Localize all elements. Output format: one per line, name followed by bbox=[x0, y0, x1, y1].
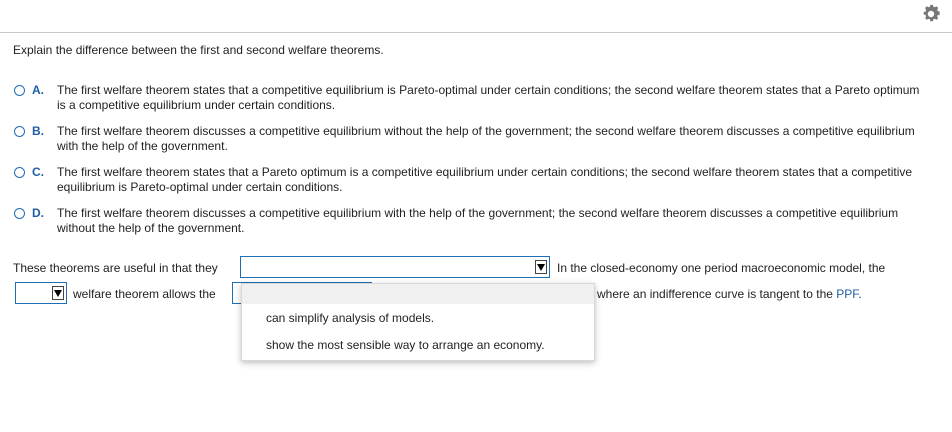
top-bar bbox=[0, 0, 952, 33]
option-letter: D. bbox=[32, 206, 44, 220]
question-text: Explain the difference between the first… bbox=[13, 43, 384, 57]
fill-line2-suffix: where an indifference curve is tangent t… bbox=[597, 287, 862, 301]
option-text: The first welfare theorem discusses a co… bbox=[57, 124, 915, 153]
dropdown-menu: can simplify analysis of models. show th… bbox=[241, 283, 595, 361]
chevron-down-icon[interactable] bbox=[52, 286, 64, 300]
option-letter: A. bbox=[32, 83, 44, 97]
radio-a[interactable] bbox=[14, 85, 25, 96]
radio-c[interactable] bbox=[14, 167, 25, 178]
fill-line1-prefix: These theorems are useful in that they bbox=[13, 261, 218, 275]
fill-line2-mid: welfare theorem allows the bbox=[73, 287, 216, 301]
option-text: The first welfare theorem discusses a co… bbox=[57, 206, 899, 235]
option-letter: B. bbox=[32, 124, 44, 138]
fill-line1-suffix: In the closed-economy one period macroec… bbox=[557, 261, 886, 275]
dropdown-option[interactable]: show the most sensible way to arrange an… bbox=[266, 338, 545, 352]
ppf-link[interactable]: PPF bbox=[836, 287, 858, 301]
radio-b[interactable] bbox=[14, 126, 25, 137]
chevron-down-icon[interactable] bbox=[535, 260, 547, 274]
theorem-select[interactable] bbox=[15, 282, 67, 304]
option-text: The first welfare theorem states that a … bbox=[57, 165, 913, 194]
option-letter: C. bbox=[32, 165, 44, 179]
gear-icon[interactable] bbox=[920, 3, 942, 25]
usefulness-select[interactable] bbox=[240, 256, 550, 278]
dropdown-option[interactable]: can simplify analysis of models. bbox=[266, 311, 434, 325]
option-text: The first welfare theorem states that a … bbox=[57, 83, 920, 112]
radio-d[interactable] bbox=[14, 208, 25, 219]
dropdown-blank-option[interactable] bbox=[242, 284, 594, 304]
